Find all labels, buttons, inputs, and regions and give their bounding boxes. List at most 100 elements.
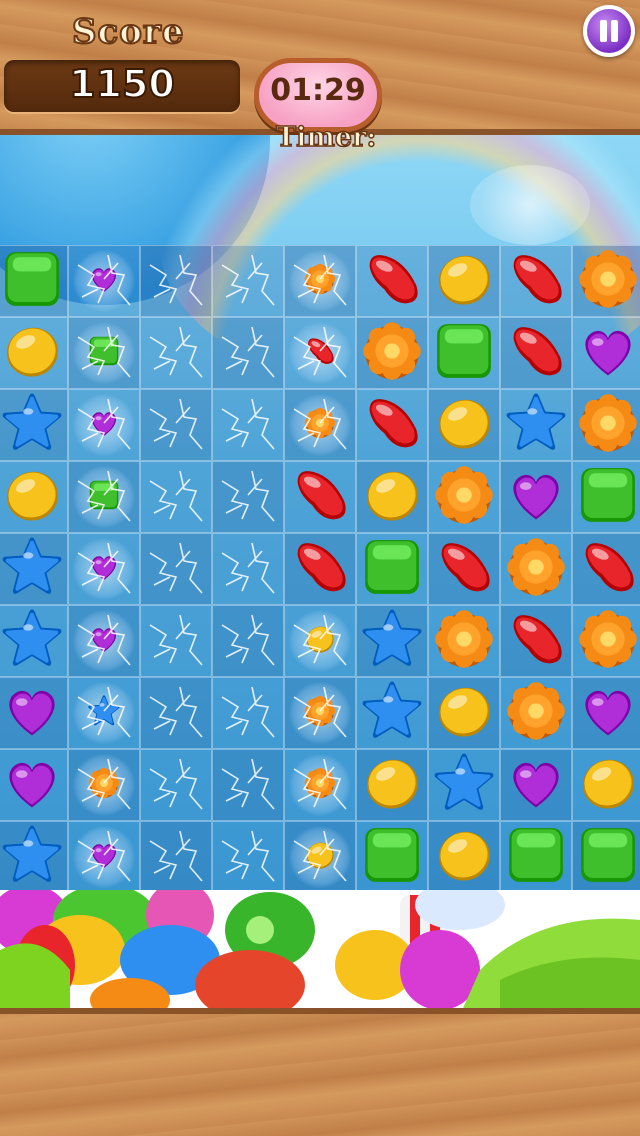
board-cell[interactable] <box>356 749 428 821</box>
board-cell[interactable] <box>68 245 140 317</box>
board-cell[interactable] <box>140 821 212 893</box>
red-bean-candy[interactable] <box>432 535 496 603</box>
board-cell[interactable] <box>356 317 428 389</box>
board-cell[interactable] <box>212 749 284 821</box>
board-cell[interactable] <box>428 389 500 461</box>
board-cell[interactable] <box>212 677 284 749</box>
yellow-drop-candy[interactable] <box>360 463 424 531</box>
green-square-candy[interactable] <box>87 334 121 372</box>
board-cell[interactable] <box>428 461 500 533</box>
board-cell[interactable] <box>212 389 284 461</box>
board-cell[interactable] <box>572 605 640 677</box>
board-cell[interactable] <box>212 821 284 893</box>
board-cell[interactable] <box>428 821 500 893</box>
purple-heart-candy[interactable] <box>87 550 121 588</box>
board-cell[interactable] <box>212 461 284 533</box>
board-cell[interactable] <box>572 677 640 749</box>
board-cell[interactable] <box>572 389 640 461</box>
board-cell[interactable] <box>0 389 68 461</box>
board-cell[interactable] <box>500 317 572 389</box>
board-cell[interactable] <box>0 821 68 893</box>
board-cell[interactable] <box>68 533 140 605</box>
board-cell[interactable] <box>572 821 640 893</box>
board-cell[interactable] <box>500 389 572 461</box>
board-cell[interactable] <box>572 533 640 605</box>
purple-heart-candy[interactable] <box>87 406 121 444</box>
board-cell[interactable] <box>284 821 356 893</box>
green-square-candy[interactable] <box>360 535 424 603</box>
purple-heart-candy[interactable] <box>0 751 64 819</box>
red-bean-candy[interactable] <box>576 535 640 603</box>
board-cell[interactable] <box>500 533 572 605</box>
board-cell[interactable] <box>0 533 68 605</box>
board-cell[interactable] <box>500 461 572 533</box>
blue-star-candy[interactable] <box>360 679 424 747</box>
board-cell[interactable] <box>428 533 500 605</box>
orange-flower-candy[interactable] <box>360 319 424 387</box>
purple-heart-candy[interactable] <box>87 262 121 300</box>
board-cell[interactable] <box>140 317 212 389</box>
orange-flower-candy[interactable] <box>303 766 337 804</box>
board-cell[interactable] <box>68 821 140 893</box>
board-cell[interactable] <box>500 749 572 821</box>
board-cell[interactable] <box>572 749 640 821</box>
yellow-drop-candy[interactable] <box>303 622 337 660</box>
purple-heart-candy[interactable] <box>504 463 568 531</box>
board-cell[interactable] <box>356 245 428 317</box>
red-bean-candy[interactable] <box>303 334 337 372</box>
board-cell[interactable] <box>140 605 212 677</box>
board-cell[interactable] <box>284 677 356 749</box>
purple-heart-candy[interactable] <box>87 838 121 876</box>
blue-star-candy[interactable] <box>360 607 424 675</box>
board-cell[interactable] <box>500 605 572 677</box>
blue-star-candy[interactable] <box>0 607 64 675</box>
board-cell[interactable] <box>428 245 500 317</box>
board-cell[interactable] <box>0 605 68 677</box>
board-cell[interactable] <box>284 461 356 533</box>
board-cell[interactable] <box>284 533 356 605</box>
blue-star-candy[interactable] <box>0 535 64 603</box>
red-bean-candy[interactable] <box>504 319 568 387</box>
purple-heart-candy[interactable] <box>87 622 121 660</box>
board-cell[interactable] <box>572 245 640 317</box>
board-cell[interactable] <box>68 317 140 389</box>
red-bean-candy[interactable] <box>360 247 424 315</box>
board-cell[interactable] <box>428 317 500 389</box>
orange-flower-candy[interactable] <box>87 766 121 804</box>
board-cell[interactable] <box>428 677 500 749</box>
green-square-candy[interactable] <box>432 319 496 387</box>
orange-flower-candy[interactable] <box>576 607 640 675</box>
board-cell[interactable] <box>356 605 428 677</box>
red-bean-candy[interactable] <box>504 607 568 675</box>
board-cell[interactable] <box>68 749 140 821</box>
purple-heart-candy[interactable] <box>576 679 640 747</box>
green-square-candy[interactable] <box>87 478 121 516</box>
yellow-drop-candy[interactable] <box>0 463 64 531</box>
red-bean-candy[interactable] <box>288 535 352 603</box>
blue-star-candy[interactable] <box>432 751 496 819</box>
board-cell[interactable] <box>0 317 68 389</box>
board-cell[interactable] <box>0 245 68 317</box>
yellow-drop-candy[interactable] <box>432 679 496 747</box>
board-cell[interactable] <box>68 461 140 533</box>
board-cell[interactable] <box>140 389 212 461</box>
board-cell[interactable] <box>356 389 428 461</box>
board-cell[interactable] <box>140 533 212 605</box>
board-cell[interactable] <box>140 245 212 317</box>
board-cell[interactable] <box>500 245 572 317</box>
pause-button[interactable] <box>583 5 635 57</box>
yellow-drop-candy[interactable] <box>0 319 64 387</box>
blue-star-candy[interactable] <box>87 694 121 732</box>
board-cell[interactable] <box>356 461 428 533</box>
board-cell[interactable] <box>140 677 212 749</box>
board-cell[interactable] <box>68 389 140 461</box>
purple-heart-candy[interactable] <box>504 751 568 819</box>
board-cell[interactable] <box>356 533 428 605</box>
board-cell[interactable] <box>212 533 284 605</box>
yellow-drop-candy[interactable] <box>303 838 337 876</box>
purple-heart-candy[interactable] <box>576 319 640 387</box>
board-cell[interactable] <box>284 749 356 821</box>
board-cell[interactable] <box>284 605 356 677</box>
board-cell[interactable] <box>68 677 140 749</box>
blue-star-candy[interactable] <box>504 391 568 459</box>
